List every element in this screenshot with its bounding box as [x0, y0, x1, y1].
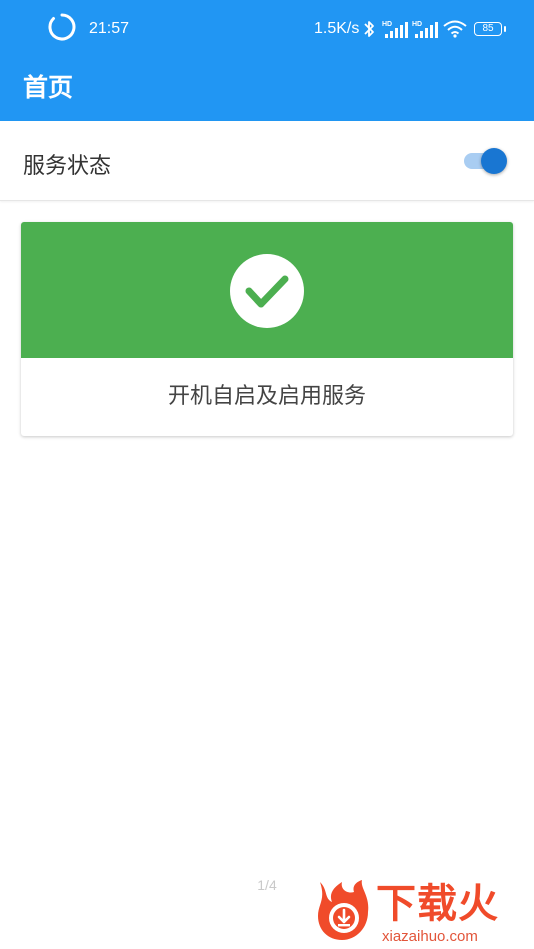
- wifi-icon: [443, 20, 467, 38]
- watermark-logo: 下载火 xiazaihuo.com: [314, 878, 530, 948]
- app-bar: 首页: [0, 44, 534, 121]
- watermark-domain: xiazaihuo.com: [382, 928, 478, 945]
- clock: 21:57: [89, 20, 130, 37]
- service-status-toggle[interactable]: [464, 148, 508, 174]
- watermark-brand: 下载火: [376, 881, 499, 927]
- autostart-label: 开机自启及启用服务: [167, 384, 366, 409]
- autostart-card[interactable]: 开机自启及启用服务: [21, 222, 513, 436]
- svg-text:HD: HD: [412, 21, 422, 28]
- loading-ring-icon: [48, 13, 76, 41]
- download-flame-icon: [318, 880, 369, 940]
- bluetooth-icon: [364, 21, 374, 37]
- service-status-label: 服务状态: [23, 154, 112, 179]
- card-banner: [21, 222, 513, 358]
- hd-signal-icon: HD: [412, 21, 438, 38]
- battery-icon: 85: [474, 22, 506, 36]
- network-speed: 1.5K/s: [314, 20, 360, 37]
- svg-text:HD: HD: [382, 21, 392, 28]
- service-status-row[interactable]: 服务状态: [0, 121, 534, 201]
- check-circle-icon: [230, 254, 304, 328]
- page-indicator: 1/4: [257, 877, 277, 893]
- hd-signal-icon: HD: [382, 21, 408, 38]
- page-title: 首页: [23, 73, 74, 102]
- toggle-thumb: [481, 148, 507, 174]
- status-bar: 21:57 1.5K/s HD HD 85: [0, 0, 534, 44]
